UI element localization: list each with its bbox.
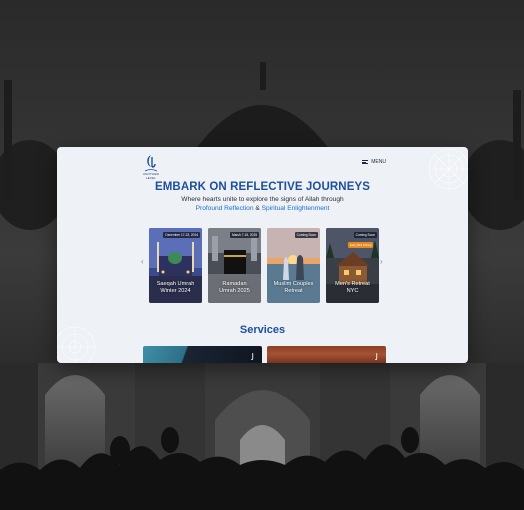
- logo-mark-icon: ﻟ: [251, 352, 254, 362]
- highlight-profound-reflection: Profound Reflection: [195, 205, 254, 212]
- trip-date-badge: Coming Soon: [294, 232, 318, 238]
- early-bird-badge: Early Bird Pricing: [348, 242, 374, 248]
- trip-card-mens-retreat[interactable]: Coming Soon Early Bird Pricing Men's Ret…: [326, 228, 379, 303]
- services-heading: Services: [239, 324, 286, 336]
- trip-title: Men's Retreat NYC: [335, 281, 370, 294]
- connector-text: &: [253, 205, 262, 212]
- menu-label: MENU: [371, 159, 386, 165]
- trip-card-winter-umrah[interactable]: December 17-23, 2024 Saeqah Umrah Winter …: [149, 228, 202, 303]
- carousel-prev-button[interactable]: ‹: [141, 257, 144, 266]
- trip-date-badge: March 7-15, 2025: [230, 232, 259, 238]
- service-card-2[interactable]: ﻟ: [267, 346, 386, 363]
- hamburger-icon: [362, 160, 369, 164]
- logo-mark-icon: ﻟ: [375, 352, 378, 362]
- trip-date-badge: Coming Soon: [353, 232, 377, 238]
- hero-subtitle-line2: Profound Reflection & Spiritual Enlighte…: [57, 205, 468, 212]
- highlight-spiritual-enlightenment: Spiritual Enlightenment: [261, 205, 330, 212]
- trip-card-couples-retreat[interactable]: Coming Soon Muslim Couples Retreat: [267, 228, 320, 303]
- website-preview-card: ANOTHER LEVEL MENU EMBARK ON REFLECTIVE …: [57, 147, 468, 363]
- chevron-left-icon: ‹: [141, 257, 144, 266]
- trip-title: Saeqah Umrah Winter 2024: [156, 281, 195, 294]
- hero-subtitle: Where hearts unite to explore the signs …: [181, 196, 344, 203]
- logo-label: ANOTHER LEVEL: [142, 172, 160, 180]
- menu-button[interactable]: MENU: [362, 159, 386, 165]
- trip-date-badge: December 17-23, 2024: [163, 232, 200, 238]
- trip-title: Muslim Couples Retreat: [273, 281, 314, 294]
- trip-card-ramadan-umrah[interactable]: March 7-15, 2025 Ramadan Umrah 2025: [208, 228, 261, 303]
- hero-headline: EMBARK ON REFLECTIVE JOURNEYS: [154, 181, 371, 193]
- service-card-1[interactable]: ﻟ: [143, 346, 262, 363]
- carousel-next-button[interactable]: ›: [380, 257, 383, 266]
- chevron-right-icon: ›: [380, 257, 383, 266]
- trip-title: Ramadan Umrah 2025: [219, 281, 250, 294]
